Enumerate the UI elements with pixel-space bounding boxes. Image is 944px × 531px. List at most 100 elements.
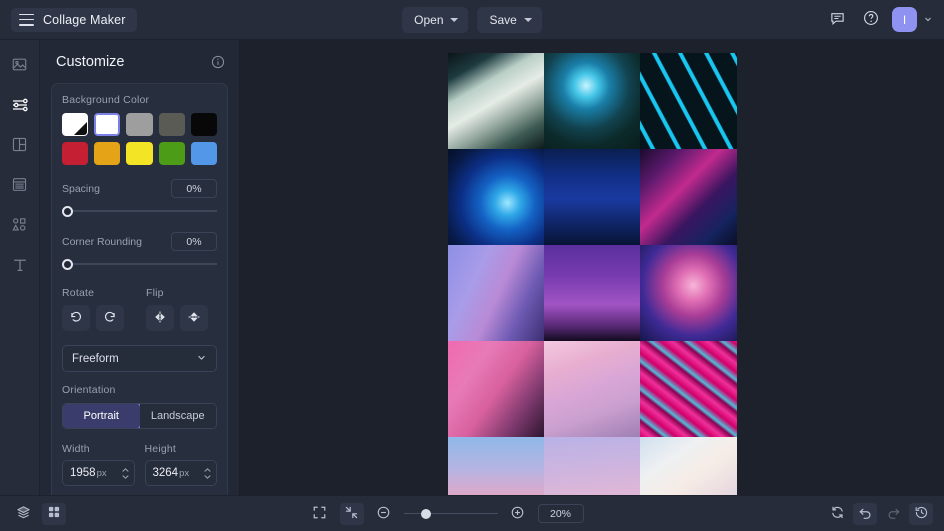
height-value[interactable]: 3264 bbox=[153, 467, 179, 479]
background-swatch-blue[interactable] bbox=[191, 142, 217, 165]
collage-cell-13[interactable] bbox=[448, 437, 544, 495]
collage-cell-15[interactable] bbox=[640, 437, 736, 495]
rail-item-shapes[interactable] bbox=[6, 212, 34, 240]
chevron-down-icon bbox=[451, 18, 459, 22]
spacing-slider-thumb[interactable] bbox=[62, 206, 73, 217]
height-stepper[interactable]: 3264 px bbox=[145, 460, 218, 486]
undo-button[interactable] bbox=[853, 503, 877, 525]
collage-cell-6[interactable] bbox=[640, 149, 736, 245]
collage-cell-3[interactable] bbox=[640, 53, 736, 149]
flip-vertical-button[interactable] bbox=[180, 305, 208, 331]
height-unit: px bbox=[179, 468, 189, 479]
zoom-out-button[interactable] bbox=[372, 503, 396, 525]
top-bar-right-actions: I bbox=[824, 7, 944, 33]
grid-view-button[interactable] bbox=[42, 503, 66, 525]
tool-rail bbox=[0, 40, 40, 495]
collage-cell-4[interactable] bbox=[448, 149, 544, 245]
collapse-arrows-icon bbox=[344, 505, 359, 523]
aspect-ratio-select[interactable]: Freeform bbox=[62, 345, 217, 372]
reset-button[interactable] bbox=[825, 503, 849, 525]
rotate-flip-row: Rotate bbox=[62, 287, 217, 331]
collage-cell-7[interactable] bbox=[448, 245, 544, 341]
avatar[interactable]: I bbox=[892, 7, 917, 32]
width-unit: px bbox=[97, 468, 107, 479]
collage-grid[interactable] bbox=[448, 53, 737, 495]
collage-cell-9[interactable] bbox=[640, 245, 736, 341]
background-color-label: Background Color bbox=[62, 94, 217, 106]
layers-button[interactable] bbox=[11, 503, 35, 525]
orientation-option-portrait[interactable]: Portrait bbox=[62, 403, 141, 429]
width-label: Width bbox=[62, 443, 135, 455]
collage-cell-10[interactable] bbox=[448, 341, 544, 437]
collage-cell-2[interactable] bbox=[544, 53, 640, 149]
zoom-slider[interactable] bbox=[404, 508, 498, 520]
rail-item-text[interactable] bbox=[6, 252, 34, 280]
spacing-slider[interactable] bbox=[62, 204, 217, 218]
fit-screen-button[interactable] bbox=[308, 503, 332, 525]
open-button-label: Open bbox=[414, 13, 443, 27]
account-menu-chevron-down-icon[interactable] bbox=[923, 14, 933, 26]
flip-vertical-icon bbox=[187, 310, 201, 327]
rotate-ccw-button[interactable] bbox=[62, 305, 90, 331]
chat-bubble-icon bbox=[830, 11, 845, 29]
background-swatch-white[interactable] bbox=[94, 113, 120, 136]
hamburger-icon bbox=[19, 14, 34, 26]
background-swatch-dark-gray[interactable] bbox=[159, 113, 185, 136]
zoom-slider-thumb[interactable] bbox=[421, 509, 431, 519]
collage-cell-11[interactable] bbox=[544, 341, 640, 437]
width-stepper[interactable]: 1958 px bbox=[62, 460, 135, 486]
rotate-cw-button[interactable] bbox=[96, 305, 124, 331]
background-swatch-green[interactable] bbox=[159, 142, 185, 165]
open-button[interactable]: Open bbox=[402, 7, 468, 33]
collage-cell-1[interactable] bbox=[448, 53, 544, 149]
layers-list-icon bbox=[11, 176, 28, 196]
rail-item-images[interactable] bbox=[6, 52, 34, 80]
zoom-out-icon bbox=[376, 505, 391, 523]
rotate-right-icon bbox=[103, 310, 117, 327]
background-swatch-amber[interactable] bbox=[94, 142, 120, 165]
collage-cell-8[interactable] bbox=[544, 245, 640, 341]
feedback-button[interactable] bbox=[824, 7, 850, 33]
width-value[interactable]: 1958 bbox=[70, 467, 96, 479]
corner-rounding-slider[interactable] bbox=[62, 257, 217, 271]
app-menu-button[interactable]: Collage Maker bbox=[11, 8, 137, 32]
app-title: Collage Maker bbox=[43, 13, 126, 27]
corner-rounding-value[interactable]: 0% bbox=[171, 232, 217, 251]
orientation-segmented-control: Portrait Landscape bbox=[62, 403, 217, 429]
collapse-button[interactable] bbox=[340, 503, 364, 525]
width-spinner[interactable] bbox=[121, 468, 130, 479]
rotate-group: Rotate bbox=[62, 287, 124, 331]
image-icon bbox=[11, 56, 28, 76]
rail-item-layouts[interactable] bbox=[6, 132, 34, 160]
spacing-value[interactable]: 0% bbox=[171, 179, 217, 198]
collage-cell-5[interactable] bbox=[544, 149, 640, 245]
collage-cell-14[interactable] bbox=[544, 437, 640, 495]
zoom-in-button[interactable] bbox=[506, 503, 530, 525]
chevron-down-icon bbox=[196, 352, 207, 366]
background-swatch-transparent[interactable] bbox=[62, 113, 88, 136]
info-circle-icon[interactable] bbox=[211, 55, 225, 69]
spacing-row: Spacing 0% bbox=[62, 179, 217, 198]
flip-group: Flip bbox=[146, 287, 208, 331]
collage-cell-12[interactable] bbox=[640, 341, 736, 437]
corner-rounding-slider-thumb[interactable] bbox=[62, 259, 73, 270]
orientation-option-landscape[interactable]: Landscape bbox=[140, 404, 217, 428]
background-swatch-black[interactable] bbox=[191, 113, 217, 136]
redo-button[interactable] bbox=[881, 503, 905, 525]
help-button[interactable] bbox=[858, 7, 884, 33]
history-button[interactable] bbox=[909, 503, 933, 525]
history-controls bbox=[825, 503, 933, 525]
canvas-area[interactable] bbox=[240, 40, 944, 495]
rotate-left-icon bbox=[69, 310, 83, 327]
rail-item-customize[interactable] bbox=[6, 92, 34, 120]
save-button[interactable]: Save bbox=[478, 7, 542, 33]
height-spinner[interactable] bbox=[203, 468, 212, 479]
background-swatch-gray[interactable] bbox=[126, 113, 152, 136]
background-swatch-yellow[interactable] bbox=[126, 142, 152, 165]
reset-rotate-icon bbox=[830, 505, 845, 523]
redo-arrow-icon bbox=[886, 505, 901, 523]
rail-item-backgrounds[interactable] bbox=[6, 172, 34, 200]
zoom-level-value[interactable]: 20% bbox=[538, 504, 584, 523]
background-swatch-red[interactable] bbox=[62, 142, 88, 165]
flip-horizontal-button[interactable] bbox=[146, 305, 174, 331]
